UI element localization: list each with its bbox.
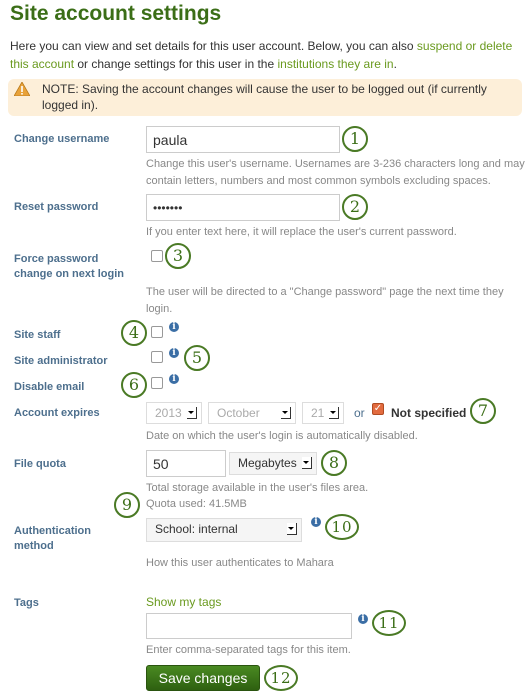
- callout-10: 10: [325, 514, 359, 540]
- intro-text: Here you can view and set details for th…: [10, 37, 525, 73]
- chevron-down-icon: [187, 407, 197, 419]
- callout-3: 3: [165, 243, 191, 269]
- expiry-day-value: 21: [311, 406, 325, 420]
- force-password-label: Force password change on next login: [14, 253, 125, 280]
- intro-text-part: .: [393, 57, 397, 71]
- chevron-down-icon: [302, 457, 312, 469]
- callout-11: 11: [372, 610, 406, 636]
- disable-email-info-icon[interactable]: i: [169, 374, 179, 384]
- site-admin-label: Site administrator: [14, 355, 108, 367]
- expiry-year-select[interactable]: 2013: [146, 402, 202, 424]
- callout-5: 5: [184, 345, 210, 371]
- tags-description: Enter comma-separated tags for this item…: [146, 644, 351, 656]
- callout-12: 12: [264, 665, 298, 691]
- intro-text-part: Here you can view and set details for th…: [10, 39, 417, 53]
- callout-8: 8: [321, 450, 347, 476]
- force-password-description: The user will be directed to a "Change p…: [146, 286, 504, 315]
- file-quota-input[interactable]: [146, 450, 226, 477]
- callout-2: 2: [342, 194, 368, 220]
- auth-method-description: How this user authenticates to Mahara: [146, 557, 334, 569]
- chevron-down-icon: [287, 523, 297, 535]
- intro-text-part: or change settings for this user in the: [74, 57, 278, 71]
- note-text: NOTE: Saving the account changes will ca…: [42, 82, 487, 112]
- note-banner: NOTE: Saving the account changes will ca…: [8, 79, 522, 116]
- disable-email-label: Disable email: [14, 381, 85, 393]
- quota-unit-value: Megabytes: [238, 456, 297, 470]
- expiry-year-value: 2013: [155, 406, 182, 420]
- callout-7: 7: [470, 398, 496, 424]
- auth-method-value: School: internal: [155, 522, 238, 536]
- callout-6: 6: [121, 372, 147, 398]
- site-admin-checkbox[interactable]: [151, 351, 163, 363]
- file-quota-description: Total storage available in the user's fi…: [146, 482, 369, 494]
- or-text: or: [354, 406, 365, 420]
- save-changes-button[interactable]: Save changes: [146, 665, 260, 691]
- password-description: If you enter text here, it will replace …: [146, 226, 457, 238]
- show-my-tags-link[interactable]: Show my tags: [146, 595, 221, 609]
- chevron-down-icon: [281, 407, 291, 419]
- expiry-month-value: October: [217, 406, 260, 420]
- tags-input[interactable]: [146, 613, 352, 639]
- username-description: Change this user's username. Usernames a…: [146, 158, 525, 187]
- password-label: Reset password: [14, 201, 99, 213]
- expiry-day-select[interactable]: 21: [302, 402, 344, 424]
- quota-unit-select[interactable]: Megabytes: [229, 452, 317, 475]
- username-label: Change username: [14, 133, 110, 145]
- password-input[interactable]: [146, 194, 340, 221]
- callout-1: 1: [342, 126, 368, 152]
- auth-method-select[interactable]: School: internal: [146, 518, 302, 542]
- username-input[interactable]: [146, 126, 340, 153]
- page-title: Site account settings: [10, 2, 222, 25]
- site-admin-info-icon[interactable]: i: [169, 348, 179, 358]
- not-specified-checkbox[interactable]: ✓: [372, 403, 384, 415]
- chevron-down-icon: [329, 407, 339, 419]
- force-password-checkbox[interactable]: [151, 250, 163, 262]
- callout-9: 9: [114, 492, 140, 518]
- warning-icon: [14, 82, 30, 96]
- account-expires-description: Date on which the user's login is automa…: [146, 430, 418, 442]
- callout-4: 4: [121, 320, 147, 346]
- site-staff-info-icon[interactable]: i: [169, 322, 179, 332]
- auth-method-info-icon[interactable]: i: [311, 517, 321, 527]
- account-expires-label: Account expires: [14, 407, 100, 419]
- tags-info-icon[interactable]: i: [358, 614, 368, 624]
- not-specified-label: Not specified: [391, 406, 467, 420]
- quota-used: Quota used: 41.5MB: [146, 498, 247, 510]
- auth-method-label: Authentication method: [14, 525, 91, 552]
- institutions-link[interactable]: institutions they are in: [278, 57, 394, 71]
- file-quota-label: File quota: [14, 458, 66, 470]
- expiry-month-select[interactable]: October: [208, 402, 296, 424]
- site-staff-label: Site staff: [14, 329, 61, 341]
- site-staff-checkbox[interactable]: [151, 326, 163, 338]
- disable-email-checkbox[interactable]: [151, 377, 163, 389]
- tags-label: Tags: [14, 597, 39, 609]
